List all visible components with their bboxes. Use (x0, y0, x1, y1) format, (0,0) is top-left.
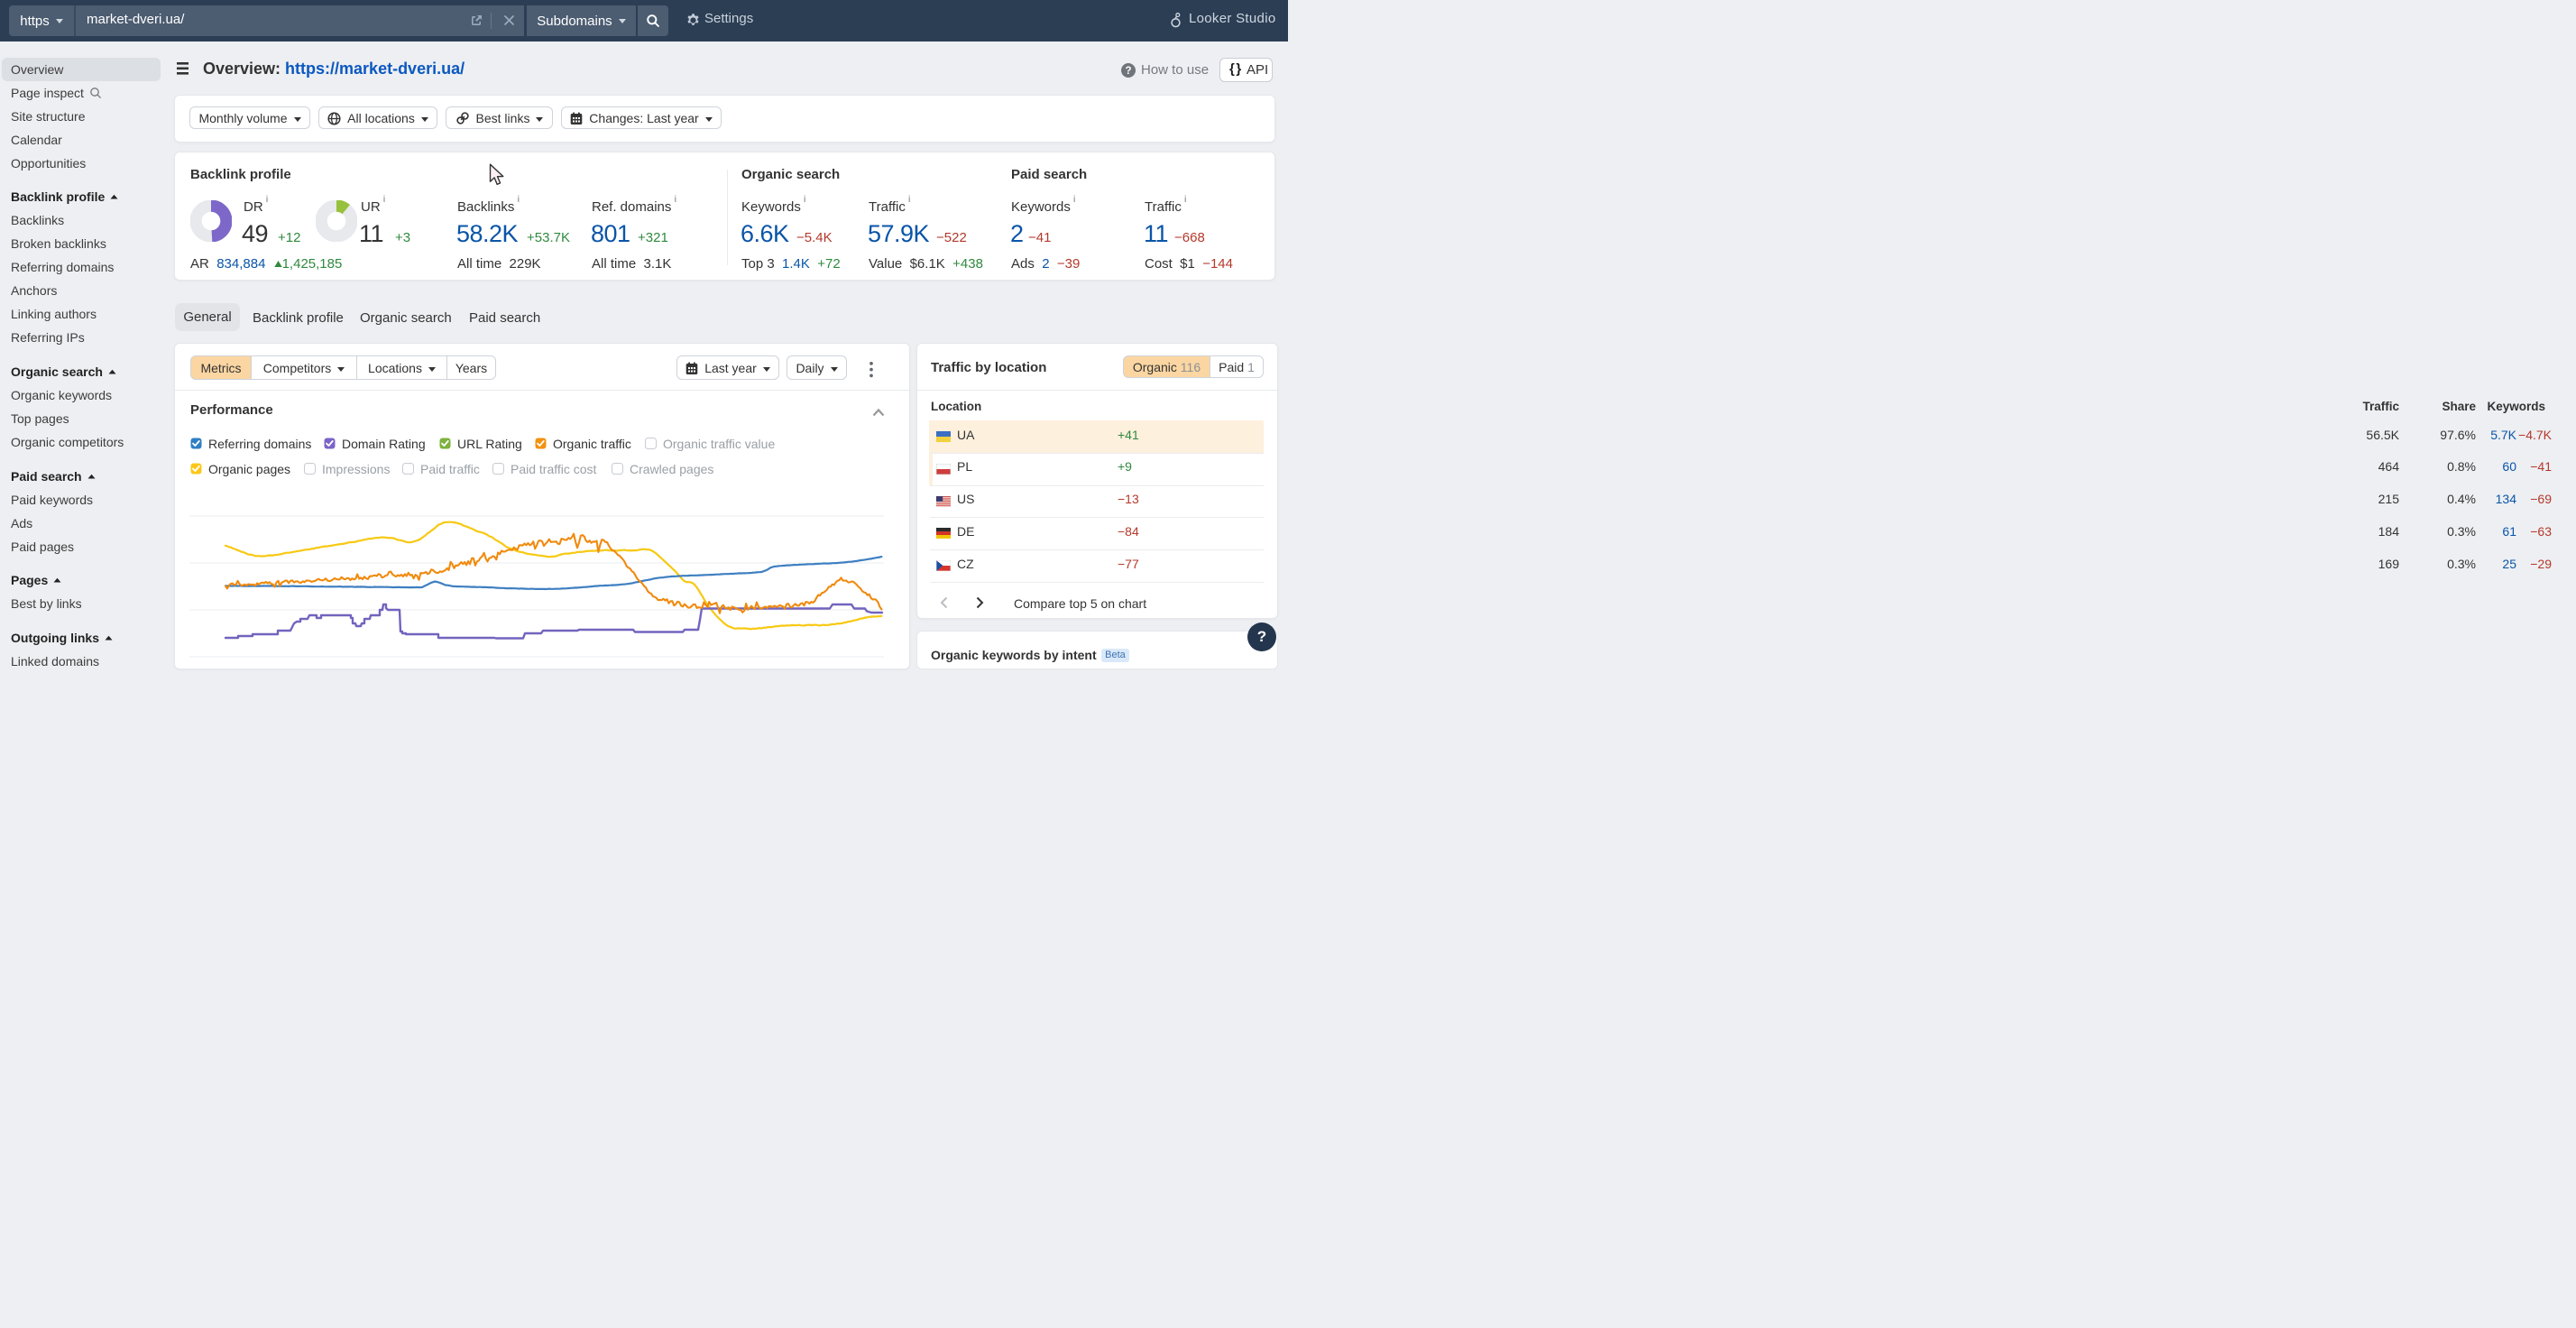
svg-text:?: ? (1125, 66, 1131, 77)
